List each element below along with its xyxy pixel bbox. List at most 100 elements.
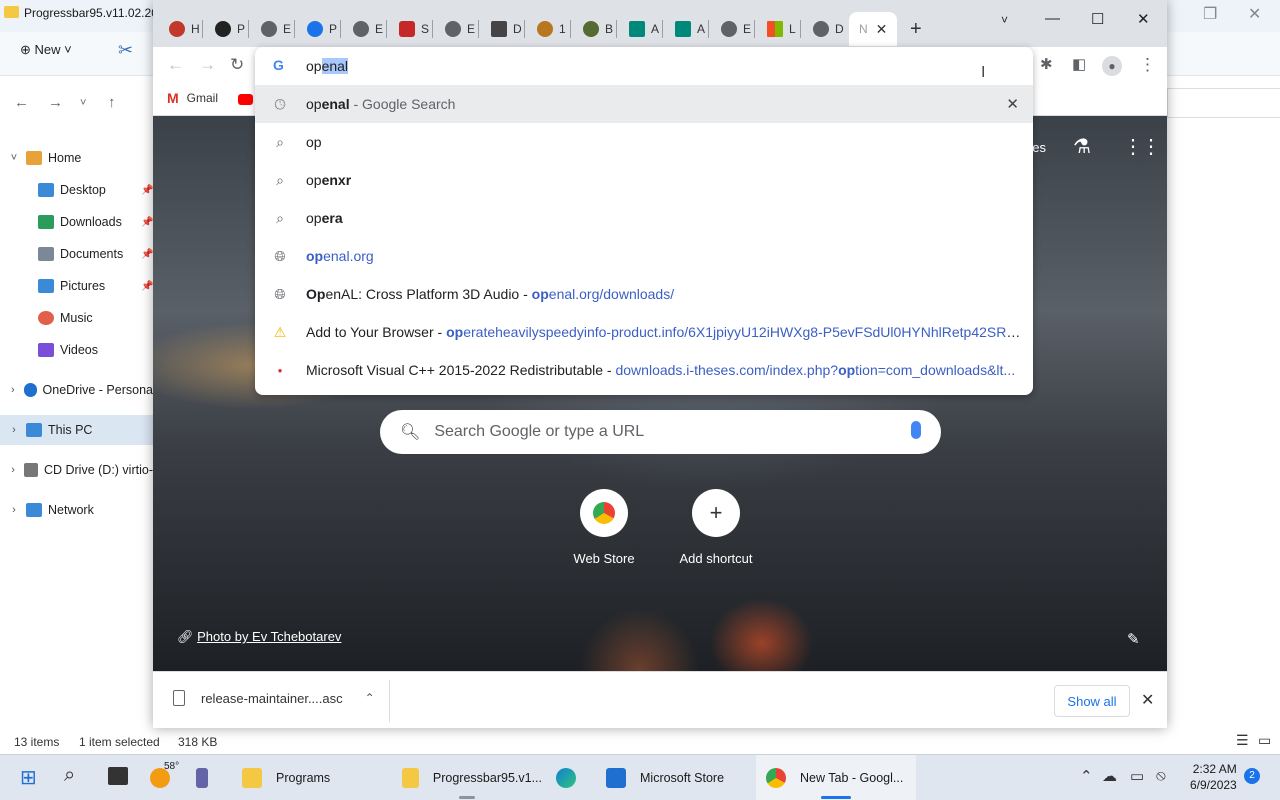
nav-home[interactable]: ˅ Home: [0, 143, 153, 173]
chevron-up-icon[interactable]: ⌃: [1080, 767, 1093, 785]
photo-credit-link[interactable]: Photo by Ev Tchebotarev: [197, 629, 341, 644]
nav-desktop[interactable]: Desktop 📌: [0, 175, 153, 205]
back-icon[interactable]: ←: [14, 94, 29, 111]
recent-icon[interactable]: ˅: [80, 97, 86, 109]
tab[interactable]: P: [297, 12, 341, 46]
profile-icon[interactable]: ●: [1102, 56, 1122, 76]
pin-icon: 📌: [141, 216, 153, 228]
taskbar-microsoft-store[interactable]: Microsoft Store: [596, 755, 746, 800]
close-window-icon[interactable]: ✕: [1137, 10, 1150, 28]
forward-icon[interactable]: →: [199, 55, 216, 75]
tab[interactable]: D: [803, 12, 847, 46]
suggestion-row[interactable]: ● Microsoft Visual C++ 2015-2022 Redistr…: [255, 351, 1033, 389]
cloud-icon: [23, 383, 37, 397]
display-icon[interactable]: ▭: [1130, 767, 1144, 785]
tab[interactable]: E: [711, 12, 755, 46]
nav-music[interactable]: Music: [0, 303, 153, 333]
home-icon: [26, 151, 42, 165]
tab-new-tab[interactable]: N ✕: [849, 12, 897, 46]
tab[interactable]: P: [205, 12, 249, 46]
tab[interactable]: L: [757, 12, 801, 46]
back-icon[interactable]: ←: [167, 55, 184, 75]
tab[interactable]: E: [343, 12, 387, 46]
extensions-icon[interactable]: ✱: [1040, 55, 1053, 73]
tab[interactable]: D: [481, 12, 525, 46]
close-icon[interactable]: ✕: [1248, 4, 1261, 24]
menu-icon[interactable]: ⋮: [1139, 55, 1156, 75]
tab[interactable]: H: [159, 12, 203, 46]
network-icon[interactable]: ⦸: [1156, 767, 1166, 784]
start-windows-icon[interactable]: ⊞: [20, 765, 37, 790]
suggestion-row[interactable]: ⌕ openxr: [255, 161, 1033, 199]
tab[interactable]: S: [389, 12, 433, 46]
omnibox-input[interactable]: G openal I: [255, 47, 1033, 85]
nav-documents[interactable]: Documents 📌: [0, 239, 153, 269]
new-tab-plus-icon[interactable]: +: [910, 18, 922, 41]
tab-search-icon[interactable]: ˅: [1001, 13, 1008, 27]
customize-pencil-icon[interactable]: ✎: [1127, 630, 1140, 648]
close-tab-icon[interactable]: ✕: [876, 21, 888, 38]
photo-credit[interactable]: 🔗︎ Photo by Ev Tchebotarev: [177, 629, 341, 645]
nav-onedrive[interactable]: › OneDrive - Persona: [0, 375, 153, 405]
taskbar-weather[interactable]: 58°: [150, 755, 186, 800]
suggestion-row[interactable]: 🕓︎ openal - Google Search ✕: [255, 85, 1033, 123]
maximize-icon[interactable]: ☐: [1091, 10, 1104, 28]
tab-favicon: [537, 21, 553, 37]
tiles-view-icon[interactable]: ▭: [1258, 732, 1271, 749]
suggestion-row[interactable]: ⌕ opera: [255, 199, 1033, 237]
show-all-button[interactable]: Show all: [1054, 685, 1130, 717]
tab[interactable]: B: [573, 12, 617, 46]
reload-icon[interactable]: ↻: [230, 55, 244, 75]
suggestion-row[interactable]: 🌐︎ OpenAL: Cross Platform 3D Audio - ope…: [255, 275, 1033, 313]
nav-cd-drive[interactable]: › CD Drive (D:) virtio-: [0, 455, 153, 485]
forward-icon[interactable]: →: [48, 94, 63, 111]
notification-badge[interactable]: 2: [1244, 768, 1260, 784]
taskbar-edge[interactable]: [556, 755, 590, 800]
apps-grid-icon[interactable]: ⋮⋮⋮: [1123, 134, 1167, 159]
task-view-icon[interactable]: [108, 767, 128, 785]
tab[interactable]: 1: [527, 12, 571, 46]
taskbar-chrome[interactable]: New Tab - Googl...: [756, 755, 916, 800]
nav-pictures[interactable]: Pictures 📌: [0, 271, 153, 301]
suggestion-row[interactable]: ⌕ op: [255, 123, 1033, 161]
tab[interactable]: E: [251, 12, 295, 46]
new-button[interactable]: ⊕ New ˅: [20, 42, 72, 58]
nav-videos[interactable]: Videos: [0, 335, 153, 365]
nav-this-pc[interactable]: › This PC: [0, 415, 153, 445]
shortcut-add[interactable]: + Add shortcut: [666, 489, 766, 566]
onedrive-cloud-icon[interactable]: ☁: [1102, 767, 1117, 785]
taskbar-programs[interactable]: Programs: [232, 755, 382, 800]
close-download-bar-icon[interactable]: ✕: [1141, 690, 1154, 710]
labs-flask-icon[interactable]: ⚗: [1073, 134, 1091, 159]
bookmark-gmail[interactable]: M Gmail: [167, 90, 218, 106]
taskbar-progressbar-folder[interactable]: Progressbar95.v1...: [392, 755, 542, 800]
restore-icon[interactable]: ❐: [1203, 4, 1217, 24]
download-item[interactable]: release-maintainer....asc ⌃: [173, 690, 375, 706]
globe-icon: 🌐︎: [274, 247, 286, 264]
side-panel-icon[interactable]: ◧: [1072, 55, 1086, 73]
microphone-icon[interactable]: [911, 421, 921, 439]
bookmark-youtube[interactable]: [238, 94, 253, 105]
tab[interactable]: E: [435, 12, 479, 46]
details-view-icon[interactable]: ☰: [1236, 732, 1249, 749]
taskbar-teams[interactable]: [196, 755, 222, 800]
tab[interactable]: A: [665, 12, 709, 46]
suggestion-row[interactable]: ⚠ Add to Your Browser - operateheavilysp…: [255, 313, 1033, 351]
nav-network[interactable]: › Network: [0, 495, 153, 525]
up-icon[interactable]: ↑: [108, 94, 116, 111]
ntp-search-box[interactable]: 🔍︎ Search Google or type a URL: [380, 410, 941, 454]
folder-icon: [4, 6, 19, 18]
nav-downloads[interactable]: Downloads 📌: [0, 207, 153, 237]
tab[interactable]: A: [619, 12, 663, 46]
edge-icon: [556, 768, 576, 788]
clock[interactable]: 2:32 AM 6/9/2023: [1190, 761, 1237, 793]
cut-icon[interactable]: ✂: [118, 40, 133, 61]
search-icon[interactable]: ⌕: [64, 764, 75, 787]
chevron-up-icon[interactable]: ⌃: [365, 691, 375, 705]
play-icon: [629, 21, 645, 37]
shortcut-web-store[interactable]: Web Store: [554, 489, 654, 566]
remove-suggestion-icon[interactable]: ✕: [1006, 95, 1019, 113]
suggestion-row[interactable]: 🌐︎ openal.org: [255, 237, 1033, 275]
explorer-search-field[interactable]: [1167, 88, 1280, 118]
minimize-icon[interactable]: —: [1045, 10, 1060, 27]
